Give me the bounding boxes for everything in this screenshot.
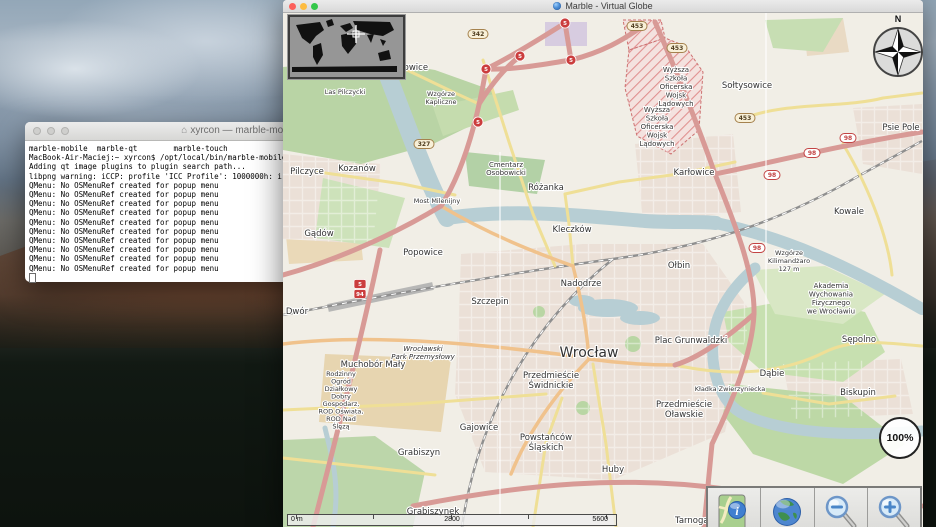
map-label-różanka: Różanka xyxy=(528,182,564,193)
map-label-karłowice: Karłowice xyxy=(674,168,715,178)
marble-window[interactable]: Marble - Virtual Globe 5 5 5 5 5 342 327… xyxy=(283,0,923,527)
svg-text:5: 5 xyxy=(518,54,522,60)
map-label-most-milenijny: Most Milenijny xyxy=(414,197,461,205)
scale-label-max: 5600 xyxy=(592,516,608,523)
map-label-akademia: Akademia Wychowania Fizycznego we Wrocławiu xyxy=(807,282,855,316)
svg-text:98: 98 xyxy=(768,172,776,179)
svg-text:5: 5 xyxy=(476,120,480,126)
marble-window-title: Marble - Virtual Globe xyxy=(283,0,923,12)
road-shield-453: 453 xyxy=(734,113,756,123)
road-shield-342: 342 xyxy=(467,29,489,39)
road-shield-98: 98 xyxy=(748,243,766,253)
road-shield-98: 98 xyxy=(839,133,857,143)
map-label-huby: Huby xyxy=(602,465,624,475)
road-shield-5: 5 xyxy=(353,279,367,289)
map-label-grabiszyn: Grabiszyn xyxy=(398,448,440,458)
zoom-in-button[interactable] xyxy=(867,488,920,527)
svg-text:453: 453 xyxy=(631,23,644,30)
svg-text:94: 94 xyxy=(356,292,364,298)
map-scale-bar: 0 m 2800 5600 xyxy=(287,514,617,526)
road-shield-94: 94 xyxy=(353,289,367,299)
svg-text:98: 98 xyxy=(808,150,816,157)
map-label-wyższa: Wyższa Szkoła Oficerska Wojsk Lądowych xyxy=(639,106,674,148)
svg-text:5: 5 xyxy=(569,58,573,64)
navigation-globe-button[interactable] xyxy=(761,488,815,527)
overview-world-map[interactable] xyxy=(287,14,406,80)
map-label-nadodrze: Nadodrze xyxy=(561,279,602,289)
terminal-cursor xyxy=(29,272,36,283)
about-button[interactable]: i xyxy=(708,488,762,527)
svg-text:98: 98 xyxy=(844,135,852,142)
map-label-psie-pole: Psie Pole xyxy=(882,123,919,133)
map-label-cmentarz: Cmentarz Osobowicki xyxy=(486,161,526,177)
map-label-sołtysowice: Sołtysowice xyxy=(722,81,772,91)
scale-label-mid: 2800 xyxy=(444,516,460,523)
zoom-out-button[interactable] xyxy=(814,488,868,527)
svg-text:327: 327 xyxy=(418,141,431,148)
map-label-gajowice: Gajowice xyxy=(460,423,499,433)
compass-north-label: N xyxy=(894,14,902,24)
road-shield-327: 327 xyxy=(413,139,435,149)
road-shield-453: 453 xyxy=(626,21,648,31)
svg-text:5: 5 xyxy=(563,21,567,27)
map-label-gądów: Gądów xyxy=(304,228,333,239)
road-shield-5: 5 xyxy=(514,50,526,62)
svg-text:5: 5 xyxy=(358,282,362,288)
svg-text:98: 98 xyxy=(753,245,761,252)
map-label-kleczków: Kleczków xyxy=(552,224,591,235)
svg-text:5: 5 xyxy=(484,67,488,73)
map-label-szczepin: Szczepin xyxy=(471,297,508,307)
map-label-ołbin: Ołbin xyxy=(668,261,690,271)
marble-close-button[interactable] xyxy=(289,3,296,10)
map-label-przedmieście: Przedmieście Świdnickie xyxy=(523,370,579,391)
compass-rose[interactable]: N xyxy=(872,14,923,80)
scale-label-zero: 0 m xyxy=(291,516,303,523)
zoom-in-icon xyxy=(878,495,910,527)
zoom-out-icon xyxy=(825,495,857,527)
globe-icon xyxy=(553,2,562,10)
map-label-dwór: Dwór xyxy=(286,306,309,317)
map-label-biskupin: Biskupin xyxy=(840,388,876,398)
map-label-plac-grunwaldzki: Plac Grunwaldzki xyxy=(655,336,728,346)
road-shield-98: 98 xyxy=(803,148,821,158)
road-shield-453: 453 xyxy=(666,43,688,53)
road-shield-5: 5 xyxy=(480,63,492,75)
svg-text:453: 453 xyxy=(671,45,684,52)
road-shield-98: 98 xyxy=(763,170,781,180)
home-icon: ⌂ xyxy=(181,125,188,136)
map-label-sępolno: Sępolno xyxy=(842,335,876,345)
marble-minimize-button[interactable] xyxy=(300,3,307,10)
info-map-icon: i xyxy=(718,494,747,527)
road-shield-5: 5 xyxy=(559,17,571,29)
road-shield-5: 5 xyxy=(565,54,577,66)
map-label-las-pilczycki: Las Pilczycki xyxy=(325,88,366,96)
world-map-icon xyxy=(290,17,399,73)
map-label-popowice: Popowice xyxy=(403,248,443,258)
map-canvas[interactable]: 5 5 5 5 5 342 327 453 453 453 98 98 98 98 5 94 Las Pilc… xyxy=(283,12,923,527)
marble-zoom-button[interactable] xyxy=(311,3,318,10)
map-label-kładka-zwierzyniecka: Kładka Zwierzyniecka xyxy=(695,385,766,393)
svg-text:453: 453 xyxy=(739,115,752,122)
earth-globe-icon xyxy=(773,498,802,526)
map-label-pilczyce: Pilczyce xyxy=(290,167,324,177)
zoom-level-badge: 100% xyxy=(879,417,921,459)
map-label-wzgórze: Wzgórze Kapliczne xyxy=(426,90,457,106)
screen: ⌂ xyrcon — marble-mobile marble-mobile ma… xyxy=(0,0,936,527)
map-toolbar: i xyxy=(706,486,922,527)
map-label-dąbie: Dąbie xyxy=(760,369,785,379)
map-label-kozanów: Kozanów xyxy=(338,163,376,174)
map-label-wrocław: Wrocław xyxy=(560,345,619,361)
map-label-wyższa: Wyższa Szkoła Oficerska Wojsk Lądowych xyxy=(658,66,693,108)
svg-text:342: 342 xyxy=(472,31,485,38)
road-shield-5: 5 xyxy=(472,116,484,128)
map-label-kowale: Kowale xyxy=(834,207,864,217)
